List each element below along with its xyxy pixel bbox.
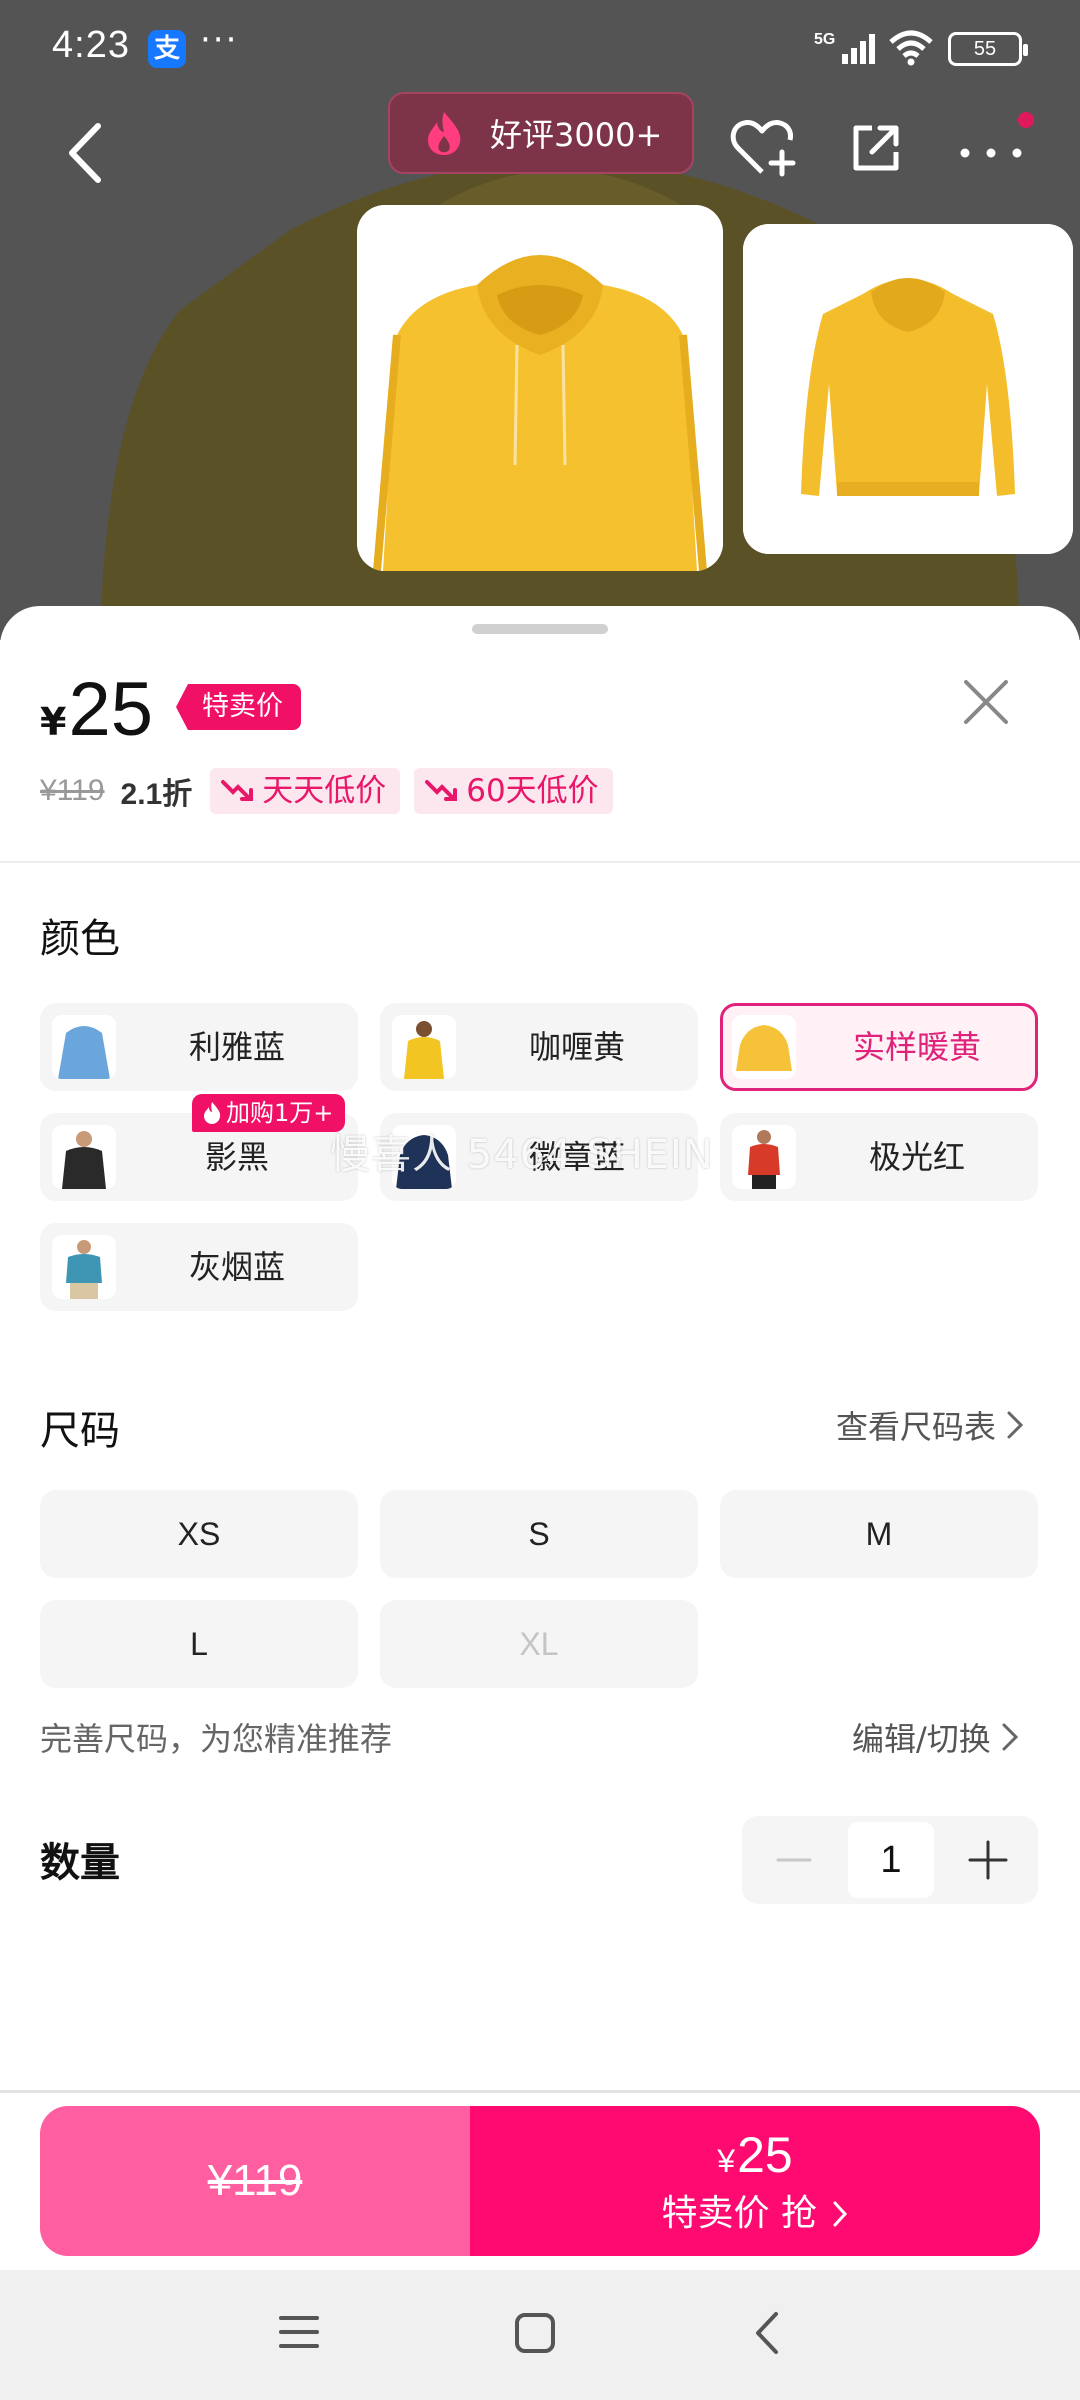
size-option-l[interactable]: L — [40, 1600, 358, 1688]
cta-label-text: 特卖价 抢 — [661, 2193, 817, 2234]
color-swatch-image — [392, 1015, 456, 1079]
edit-size-link[interactable]: 编辑/切换 — [852, 1714, 1019, 1760]
trend-down-icon — [425, 780, 458, 801]
color-option-aurora-red[interactable]: 极光红 — [720, 1113, 1038, 1201]
swatch-shape — [736, 1025, 792, 1071]
color-swatch-image — [52, 1125, 116, 1189]
svg-text:5G: 5G — [814, 31, 835, 48]
color-option-label: 极光红 — [868, 1138, 965, 1176]
low-price-badge: 60天低价 — [414, 768, 613, 814]
product-gallery-backdrop: 4:23 支 ··· 5G 55 好评3000+ — [0, 0, 1080, 640]
hoodie-image — [357, 205, 723, 571]
current-price: ¥ 25 — [40, 666, 153, 756]
size-option-xl[interactable]: XL — [380, 1600, 698, 1688]
favorite-add-icon[interactable] — [730, 118, 796, 178]
color-section-title: 颜色 — [40, 916, 120, 962]
original-price: ¥119 — [40, 774, 105, 807]
buy-bar: ¥119 ¥25 特卖价 抢 — [40, 2106, 1040, 2256]
swatch-shape — [748, 1144, 780, 1175]
hoodie-image — [743, 224, 1073, 554]
fire-icon — [204, 1102, 221, 1124]
status-more-icon: ··· — [200, 20, 239, 60]
share-icon[interactable] — [850, 122, 902, 174]
sku-selection-sheet: ¥ 25 特卖价 ¥119 2.1折 天天低价 60天低价 颜色 利雅蓝 咖喱黄… — [0, 606, 1080, 2270]
color-swatch-image — [732, 1125, 796, 1189]
cta-price: ¥25 — [470, 2126, 1040, 2184]
currency-symbol: ¥ — [40, 700, 67, 744]
size-recommendation-hint: 完善尺码，为您精准推荐 — [40, 1720, 393, 1758]
color-option-label: 咖喱黄 — [528, 1028, 625, 1066]
product-thumbnail-main[interactable] — [357, 205, 723, 571]
chevron-right-icon — [833, 2201, 848, 2227]
alipay-icon: 支 — [148, 30, 186, 68]
color-option-label: 实样暖黄 — [852, 1028, 981, 1066]
special-price-tag: 特卖价 — [176, 684, 301, 730]
system-navigation-bar — [0, 2270, 1080, 2400]
price-value: 25 — [68, 667, 153, 752]
wifi-icon — [889, 30, 933, 66]
size-section-title: 尺码 — [40, 1408, 120, 1454]
swatch-shape — [404, 1037, 444, 1079]
price-details: ¥119 2.1折 天天低价 60天低价 — [40, 768, 627, 814]
low-price-badge-label: 天天低价 — [262, 773, 387, 809]
swatch-shape — [62, 1147, 106, 1189]
swatch-shape — [66, 1254, 102, 1283]
color-swatch-image — [52, 1015, 116, 1079]
status-bar: 4:23 支 ··· 5G 55 — [0, 0, 1080, 96]
size-option-xs[interactable]: XS — [40, 1490, 358, 1578]
divider — [0, 861, 1080, 863]
trend-down-icon — [221, 780, 254, 801]
plus-icon[interactable] — [964, 1836, 1012, 1884]
color-option-label: 利雅蓝 — [188, 1028, 285, 1066]
color-option-curry-yellow[interactable]: 咖喱黄 — [380, 1003, 698, 1091]
drag-handle[interactable] — [472, 624, 608, 634]
low-price-badge: 天天低价 — [210, 768, 401, 814]
color-option-liya-blue[interactable]: 利雅蓝 — [40, 1003, 358, 1091]
low-price-badge-label: 60天低价 — [466, 773, 599, 809]
size-chart-link-label: 查看尺码表 — [836, 1408, 997, 1446]
chevron-right-icon — [1007, 1411, 1024, 1439]
close-icon[interactable] — [960, 676, 1012, 728]
rating-label: 好评3000+ — [490, 116, 663, 154]
watermark: 慢喜人 5464 SHEIN — [330, 1132, 714, 1178]
minus-icon[interactable] — [772, 1838, 816, 1882]
edit-size-link-label: 编辑/切换 — [852, 1720, 991, 1758]
color-option-grey-smoke-blue[interactable]: 灰烟蓝 — [40, 1223, 358, 1311]
color-swatch-image — [732, 1015, 796, 1079]
status-time: 4:23 — [52, 24, 130, 66]
cta-currency: ¥ — [717, 2143, 736, 2179]
more-options-icon[interactable] — [955, 128, 1035, 178]
quantity-section-title: 数量 — [40, 1840, 120, 1886]
divider — [0, 2090, 1080, 2093]
size-option-s[interactable]: S — [380, 1490, 698, 1578]
original-price-button[interactable]: ¥119 — [40, 2106, 470, 2256]
chevron-right-icon — [1002, 1723, 1018, 1751]
notification-dot — [1018, 112, 1034, 128]
color-option-warm-yellow[interactable]: 实样暖黄 — [720, 1003, 1038, 1091]
fire-icon — [428, 112, 461, 155]
color-swatch-image — [52, 1235, 116, 1299]
cta-price-value: 25 — [737, 2127, 793, 2183]
quantity-input[interactable]: 1 — [848, 1822, 934, 1898]
rating-pill[interactable]: 好评3000+ — [388, 92, 694, 174]
home-icon[interactable] — [514, 2312, 556, 2354]
size-chart-link[interactable]: 查看尺码表 — [836, 1402, 1024, 1448]
signal-5g-icon: 5G — [814, 31, 875, 64]
color-option-label: 灰烟蓝 — [188, 1248, 285, 1286]
size-option-m[interactable]: M — [720, 1490, 1038, 1578]
discount-label: 2.1折 — [120, 778, 193, 811]
quantity-stepper: 1 — [742, 1816, 1038, 1904]
hot-badge: 加购1万+ — [192, 1094, 346, 1132]
special-price-buy-button[interactable]: ¥25 特卖价 抢 — [470, 2106, 1040, 2256]
swatch-shape — [58, 1026, 110, 1079]
system-back-icon[interactable] — [752, 2310, 782, 2356]
cta-label: 特卖价 抢 — [470, 2184, 1040, 2236]
recent-apps-icon[interactable] — [278, 2312, 320, 2352]
battery-icon: 55 — [948, 32, 1028, 66]
back-arrow-icon[interactable] — [58, 118, 118, 188]
hot-badge-label: 加购1万+ — [226, 1099, 334, 1127]
product-thumbnail-alt[interactable] — [743, 224, 1073, 554]
